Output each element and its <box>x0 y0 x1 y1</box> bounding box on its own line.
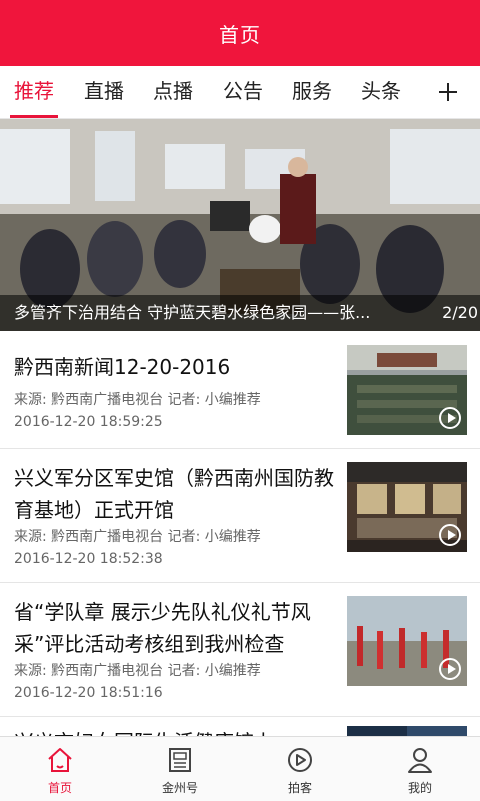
list-item[interactable]: 兴义市妇女国际生活健康馆上 <box>0 716 480 736</box>
plus-icon <box>439 83 457 101</box>
app-header: 首页 <box>0 0 480 66</box>
news-time: 2016-12-20 18:59:25 <box>14 414 163 430</box>
banner-counter: 2/20 <box>442 303 478 322</box>
tab-live[interactable]: 直播 <box>74 66 134 118</box>
tab-headlines[interactable]: 头条 <box>351 66 411 118</box>
nav-label: 拍客 <box>287 781 312 795</box>
banner-caption-text: 多管齐下治用结合 守护蓝天碧水绿色家园——张... <box>14 303 371 322</box>
nav-jinzhou[interactable]: 金州号 <box>120 737 240 801</box>
tab-notice[interactable]: 公告 <box>213 66 273 118</box>
tab-vod[interactable]: 点播 <box>143 66 203 118</box>
news-title: 兴义市妇女国际生活健康馆上 <box>14 726 336 736</box>
news-title: 黔西南新闻12-20-2016 <box>14 355 231 379</box>
nav-paike[interactable]: 拍客 <box>240 737 360 801</box>
play-icon <box>439 524 461 546</box>
news-thumbnail <box>347 462 467 552</box>
news-thumbnail <box>347 596 467 686</box>
bottom-navigation: 首页 金州号 拍客 我的 <box>0 736 480 801</box>
user-icon <box>408 748 432 773</box>
news-list: 黔西南新闻12-20-2016 来源: 黔西南广播电视台 记者: 小编推荐 20… <box>0 331 480 736</box>
news-time: 2016-12-20 18:51:16 <box>14 685 163 701</box>
nav-label: 金州号 <box>161 781 198 795</box>
news-thumbnail <box>347 345 467 435</box>
news-title: 兴义军分区军史馆（黔西南州国防教育基地）正式开馆 <box>14 466 334 522</box>
page-title: 首页 <box>219 22 261 47</box>
list-item[interactable]: 省“学队章 展示少先队礼仪礼节风采”评比活动考核组到我州检查 来源: 黔西南广播… <box>0 582 480 717</box>
banner-caption: 多管齐下治用结合 守护蓝天碧水绿色家园——张... <box>0 295 480 331</box>
channel-tabs: 推荐 直播 点播 公告 服务 头条 <box>0 66 480 119</box>
thumbnail-image <box>347 726 467 736</box>
list-item[interactable]: 兴义军分区军史馆（黔西南州国防教育基地）正式开馆 来源: 黔西南广播电视台 记者… <box>0 448 480 583</box>
play-icon <box>439 407 461 429</box>
newspaper-icon <box>169 748 191 772</box>
news-source: 来源: 黔西南广播电视台 记者: 小编推荐 <box>14 663 261 679</box>
news-source: 来源: 黔西南广播电视台 记者: 小编推荐 <box>14 392 261 408</box>
home-icon <box>48 748 72 772</box>
news-source: 来源: 黔西南广播电视台 记者: 小编推荐 <box>14 529 261 545</box>
nav-home[interactable]: 首页 <box>0 737 120 801</box>
play-circle-icon <box>288 748 312 772</box>
news-title: 省“学队章 展示少先队礼仪礼节风采”评比活动考核组到我州检查 <box>14 600 311 656</box>
nav-label: 首页 <box>47 781 72 795</box>
news-time: 2016-12-20 18:52:38 <box>14 551 163 567</box>
banner-slider[interactable]: 多管齐下治用结合 守护蓝天碧水绿色家园——张... 2/20 <box>0 119 480 331</box>
tab-recommend[interactable]: 推荐 <box>4 66 64 118</box>
add-channel-button[interactable] <box>428 66 468 118</box>
tab-service[interactable]: 服务 <box>282 66 342 118</box>
news-thumbnail <box>347 726 467 736</box>
nav-mine[interactable]: 我的 <box>360 737 480 801</box>
play-icon <box>439 658 461 680</box>
nav-label: 我的 <box>407 781 432 795</box>
list-item[interactable]: 黔西南新闻12-20-2016 来源: 黔西南广播电视台 记者: 小编推荐 20… <box>0 331 480 449</box>
